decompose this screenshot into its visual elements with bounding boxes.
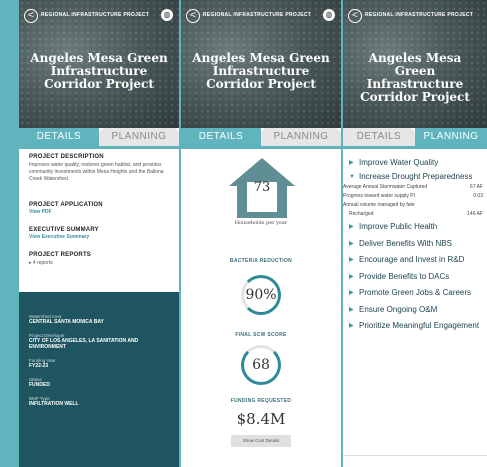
tab-details[interactable]: DETAILS bbox=[19, 128, 99, 146]
metric-row: Annual volume managed by fate bbox=[343, 201, 487, 210]
funding-value: $8.4M bbox=[236, 410, 286, 428]
attr-value: INFILTRATION WELL bbox=[29, 401, 79, 407]
goal-label: Improve Water Quality bbox=[359, 157, 439, 167]
metric-value: 67 AF bbox=[469, 183, 483, 190]
metric-label: Annual volume managed by fate bbox=[343, 201, 415, 208]
goals-list: ▶ Improve Water Quality ▼ Increase Drought… bbox=[343, 154, 487, 335]
goal-label: Increase Drought Preparedness bbox=[359, 172, 473, 181]
metric-value: 146 AF bbox=[467, 210, 483, 217]
attr-value: FY22-23 bbox=[29, 363, 49, 369]
goal-item[interactable]: ▶ Ensure Ongoing O&M bbox=[349, 301, 487, 318]
bacteria-heading: BACTERIA REDUCTION bbox=[229, 258, 293, 264]
program-tag: REGIONAL INFRASTRUCTURE PROJECT bbox=[203, 12, 312, 18]
back-icon[interactable]: < bbox=[348, 9, 362, 23]
tab-details[interactable]: DETAILS bbox=[181, 128, 261, 146]
goal-label: Prioritize Meaningful Engagement bbox=[359, 321, 480, 331]
tab-planning[interactable]: PLANNING bbox=[99, 128, 179, 146]
back-icon[interactable]: < bbox=[24, 9, 38, 23]
attr-value: CITY OF LOS ANGELES, LA SANITATION AND E… bbox=[29, 338, 139, 350]
tab-underline bbox=[343, 146, 487, 149]
back-icon[interactable]: < bbox=[186, 9, 200, 23]
metric-label: Recharged bbox=[349, 210, 374, 217]
metric-value: 0.03 bbox=[473, 192, 483, 199]
tab-underline bbox=[19, 146, 179, 149]
show-cost-details-button[interactable]: Show Cost Details bbox=[231, 435, 291, 447]
caret-right-icon: ▶ bbox=[349, 159, 354, 166]
caret-right-icon: ▶ bbox=[349, 306, 354, 313]
metric-label: Average Annual Stormwater Captured bbox=[343, 183, 428, 190]
attr-value: FUNDED bbox=[29, 382, 50, 388]
description-heading: PROJECT DESCRIPTION bbox=[29, 154, 104, 160]
metric-row: Recharged 146 AF bbox=[343, 210, 487, 219]
panel-footer-divider bbox=[343, 455, 487, 456]
scw-heading: FINAL SCW SCORE bbox=[235, 332, 287, 338]
details-content: PROJECT DESCRIPTION Improves water quali… bbox=[29, 154, 171, 267]
goal-label: Improve Public Health bbox=[359, 222, 438, 232]
metric-row: Average Annual Stormwater Captured 67 AF bbox=[343, 183, 487, 192]
attributes-band: Watershed Area CENTRAL SANTA MONICA BAY … bbox=[19, 292, 179, 467]
goal-item[interactable]: ▶ Provide Benefits to DACs bbox=[349, 268, 487, 285]
project-title: Angeles Mesa Green Infrastructure Corrid… bbox=[360, 51, 470, 104]
caret-right-icon: ▶ bbox=[349, 240, 354, 247]
hero-banner: < REGIONAL INFRASTRUCTURE PROJECT ◍ Ange… bbox=[181, 0, 341, 128]
caret-right-icon: ▶ bbox=[349, 290, 354, 297]
metric-row: Progress toward water supply PI 0.03 bbox=[343, 192, 487, 201]
summary-heading: EXECUTIVE SUMMARY bbox=[29, 227, 99, 233]
program-badge-icon: ◍ bbox=[323, 9, 335, 21]
project-title: Angeles Mesa Green Infrastructure Corrid… bbox=[30, 51, 168, 91]
tab-bar: DETAILS PLANNING bbox=[181, 128, 341, 146]
goal-label: Encourage and Invest in R&D bbox=[359, 255, 465, 265]
planning-panel: < REGIONAL INFRASTRUCTURE PROJECT Angele… bbox=[343, 0, 487, 467]
application-heading: PROJECT APPLICATION bbox=[29, 202, 103, 208]
goal-item[interactable]: ▶ Deliver Benefits With NBS bbox=[349, 235, 487, 252]
program-badge-icon: ◍ bbox=[161, 9, 173, 21]
goal-item[interactable]: ▶ Prioritize Meaningful Engagement bbox=[349, 318, 487, 335]
bacteria-ring: 90% bbox=[241, 275, 281, 315]
project-title: Angeles Mesa Green Infrastructure Corrid… bbox=[192, 51, 330, 91]
goal-label: Provide Benefits to DACs bbox=[359, 271, 450, 281]
tab-planning[interactable]: PLANNING bbox=[415, 128, 487, 146]
caret-right-icon: ▶ bbox=[349, 273, 354, 280]
description-text: Improves water quality, restores green h… bbox=[29, 162, 164, 182]
goal-label: Ensure Ongoing O&M bbox=[359, 304, 438, 314]
tab-details[interactable]: DETAILS bbox=[343, 128, 415, 146]
households-value: 73 bbox=[253, 180, 271, 195]
stats-panel: < REGIONAL INFRASTRUCTURE PROJECT ◍ Ange… bbox=[181, 0, 341, 467]
hero-banner: < REGIONAL INFRASTRUCTURE PROJECT Angele… bbox=[343, 0, 487, 128]
program-tag: REGIONAL INFRASTRUCTURE PROJECT bbox=[41, 12, 150, 18]
attr-value: CENTRAL SANTA MONICA BAY bbox=[29, 319, 104, 325]
tab-underline bbox=[181, 146, 341, 149]
reports-heading: PROJECT REPORTS bbox=[29, 252, 92, 258]
goal-item[interactable]: ▶ Promote Green Jobs & Careers bbox=[349, 285, 487, 302]
funding-heading: FUNDING REQUESTED bbox=[230, 398, 292, 404]
tab-bar: DETAILS PLANNING bbox=[343, 128, 487, 146]
scw-ring: 68 bbox=[241, 345, 281, 385]
households-label: Households per year bbox=[234, 220, 288, 226]
caret-down-icon: ▼ bbox=[349, 173, 355, 180]
tab-bar: DETAILS PLANNING bbox=[19, 128, 179, 146]
goal-item[interactable]: ▼ Increase Drought Preparedness bbox=[349, 171, 487, 183]
goal-item[interactable]: ▶ Improve Public Health bbox=[349, 219, 487, 236]
details-panel: < REGIONAL INFRASTRUCTURE PROJECT ◍ Ange… bbox=[19, 0, 179, 467]
hero-banner: < REGIONAL INFRASTRUCTURE PROJECT ◍ Ange… bbox=[19, 0, 179, 128]
goal-item[interactable]: ▶ Encourage and Invest in R&D bbox=[349, 252, 487, 269]
caret-right-icon: ▶ bbox=[349, 224, 354, 231]
goal-item[interactable]: ▶ Improve Water Quality bbox=[349, 154, 487, 171]
caret-right-icon: ▶ bbox=[349, 257, 354, 264]
tab-planning[interactable]: PLANNING bbox=[261, 128, 341, 146]
goal-label: Promote Green Jobs & Careers bbox=[359, 288, 472, 298]
metric-label: Progress toward water supply PI bbox=[343, 192, 415, 199]
goal-label: Deliver Benefits With NBS bbox=[359, 238, 452, 248]
caret-right-icon: ▶ bbox=[349, 323, 354, 330]
program-tag: REGIONAL INFRASTRUCTURE PROJECT bbox=[365, 12, 474, 18]
reports-toggle[interactable]: ▸ 4 reports bbox=[29, 260, 171, 267]
